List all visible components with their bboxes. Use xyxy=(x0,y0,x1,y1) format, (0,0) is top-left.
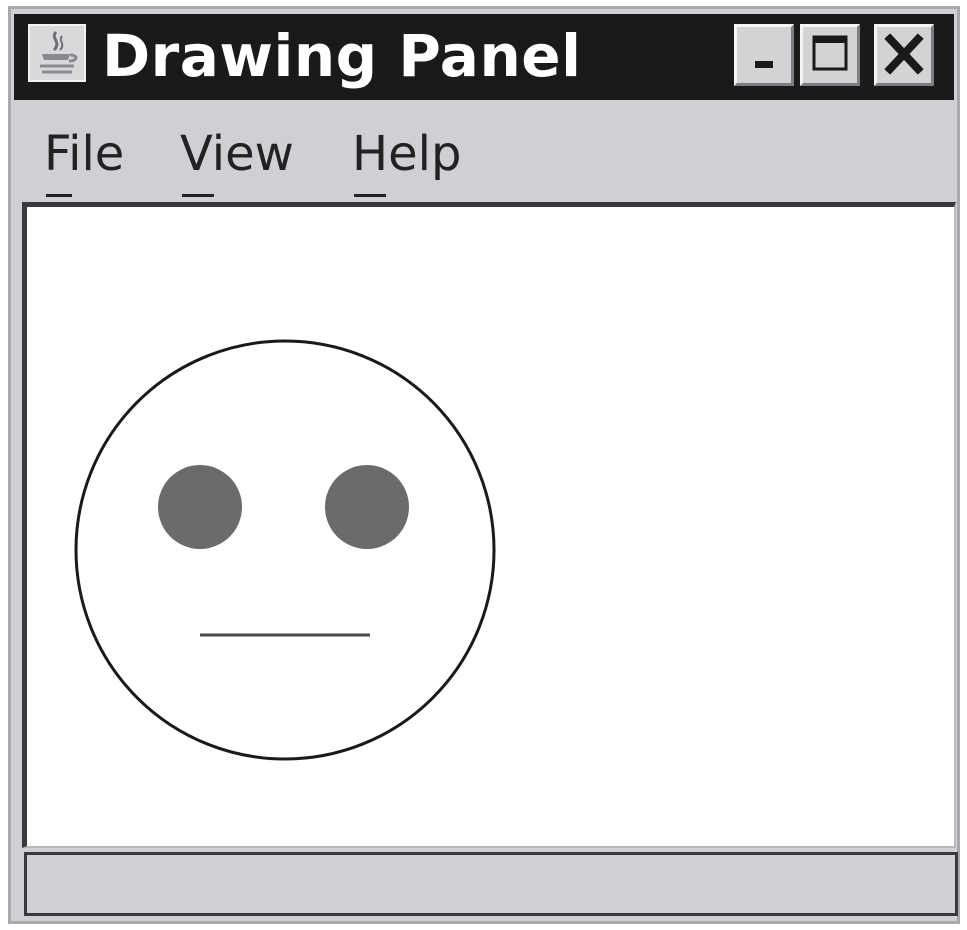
menu-file[interactable]: File xyxy=(44,124,125,197)
right-eye xyxy=(325,465,409,549)
drawing-surface xyxy=(74,339,496,761)
status-bar xyxy=(24,852,958,916)
minimize-icon xyxy=(755,61,773,68)
face-outline xyxy=(74,339,496,761)
menu-help-mnemonic-underline xyxy=(354,194,386,197)
maximize-button[interactable] xyxy=(800,24,860,86)
menu-view-label: View xyxy=(180,126,294,182)
menu-help-label: Help xyxy=(352,126,462,182)
menu-view[interactable]: View xyxy=(180,124,294,197)
window-title: Drawing Panel xyxy=(102,22,582,90)
java-coffee-cup-icon[interactable] xyxy=(28,24,86,82)
maximize-icon xyxy=(812,35,848,71)
minimize-button[interactable] xyxy=(734,24,794,86)
menu-file-label: File xyxy=(44,126,125,182)
menu-bar: File View Help xyxy=(14,106,954,197)
menu-help[interactable]: Help xyxy=(352,124,462,197)
close-icon xyxy=(884,33,924,75)
menu-view-mnemonic-underline xyxy=(182,194,214,197)
menu-file-mnemonic-underline xyxy=(46,194,72,197)
title-bar[interactable]: Drawing Panel xyxy=(14,14,954,100)
left-eye xyxy=(158,465,242,549)
close-button[interactable] xyxy=(874,24,934,86)
drawing-canvas[interactable] xyxy=(22,202,956,848)
